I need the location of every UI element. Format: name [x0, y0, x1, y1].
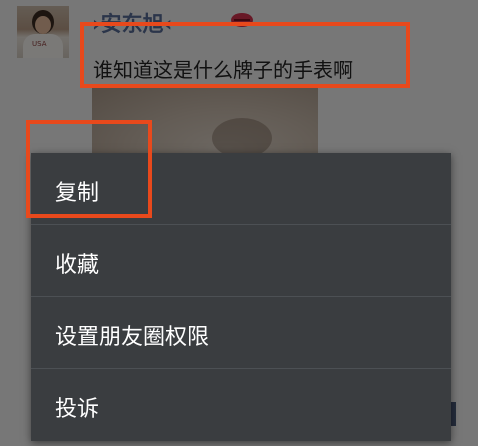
menu-item-label: 收藏 [55, 253, 100, 278]
menu-item-report[interactable]: 投诉 [31, 369, 451, 441]
menu-item-label: 设置朋友圈权限 [55, 325, 210, 350]
menu-item-label: 投诉 [55, 397, 100, 422]
annotation-box-copy [26, 120, 152, 218]
menu-item-moments-permission[interactable]: 设置朋友圈权限 [31, 297, 451, 369]
annotation-box-post-text [80, 22, 410, 88]
menu-item-favorite[interactable]: 收藏 [31, 225, 451, 297]
